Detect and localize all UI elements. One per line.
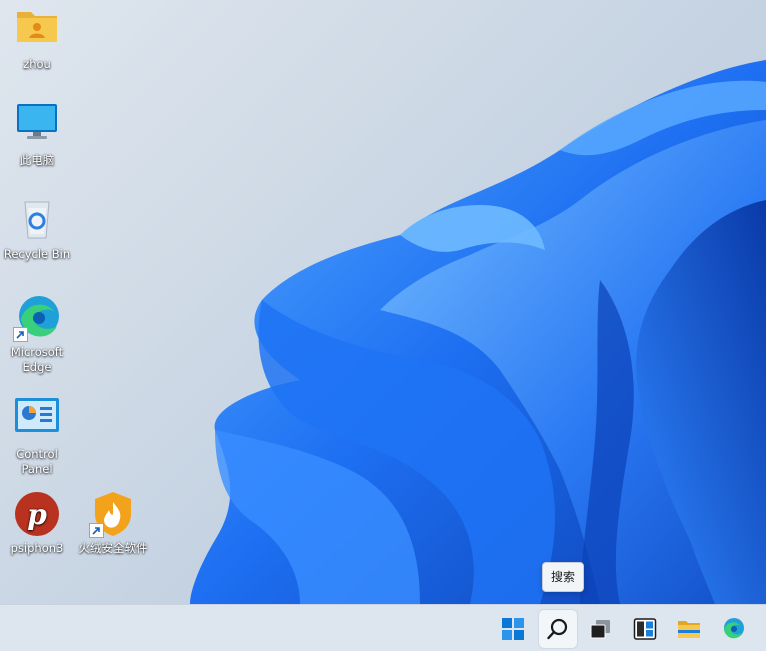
- svg-text:p: p: [27, 498, 47, 531]
- desktop-icon-label: Recycle Bin: [3, 247, 71, 261]
- windows-start-icon: [502, 618, 524, 640]
- search-icon: [547, 618, 568, 640]
- desktop-icon-microsoft-edge[interactable]: Microsoft Edge: [0, 294, 74, 375]
- desktop-icon-label: Control Panel: [16, 447, 58, 476]
- desktop-icon-label: psiphon3: [10, 541, 64, 555]
- shortcut-arrow-icon: [13, 327, 28, 342]
- widgets-button[interactable]: [626, 610, 664, 648]
- taskbar: [0, 604, 766, 651]
- desktop-icon-label: zhou: [23, 57, 51, 71]
- recycle-bin-icon: [13, 196, 61, 244]
- search-tooltip: 搜索: [542, 562, 584, 592]
- control-panel-icon: [13, 396, 61, 444]
- user-folder-icon: [13, 6, 61, 54]
- file-explorer-icon: [678, 621, 700, 638]
- desktop-icon-label: 此电脑: [19, 153, 55, 167]
- desktop-icon-this-pc[interactable]: 此电脑: [0, 102, 74, 168]
- desktop-icon-psiphon3[interactable]: p psiphon3: [0, 490, 74, 556]
- desktop-icon-label: 火绒安全软件: [78, 541, 148, 555]
- task-view-button[interactable]: [582, 610, 620, 648]
- edge-icon: [13, 294, 61, 342]
- desktop-icon-control-panel[interactable]: Control Panel: [0, 396, 74, 477]
- desktop-icon-label: Microsoft Edge: [10, 345, 64, 374]
- widgets-icon: [633, 618, 657, 640]
- search-button[interactable]: [539, 610, 577, 648]
- desktop-icon-recycle-bin[interactable]: Recycle Bin: [0, 196, 74, 262]
- edge-button[interactable]: [714, 610, 752, 648]
- shortcut-arrow-icon: [89, 523, 104, 538]
- psiphon-icon: p: [13, 490, 61, 538]
- edge-icon: [724, 618, 744, 639]
- file-explorer-button[interactable]: [670, 610, 708, 648]
- desktop-icon-user-folder[interactable]: zhou: [0, 6, 74, 72]
- desktop-icon-huorong[interactable]: 火绒安全软件: [76, 490, 150, 556]
- monitor-icon: [13, 102, 61, 150]
- desktop: zhou 此电脑 Recycle Bin Microsoft Edge Cont…: [0, 0, 766, 604]
- start-button[interactable]: [494, 610, 532, 648]
- huorong-shield-icon: [89, 490, 137, 538]
- task-view-icon: [590, 620, 610, 639]
